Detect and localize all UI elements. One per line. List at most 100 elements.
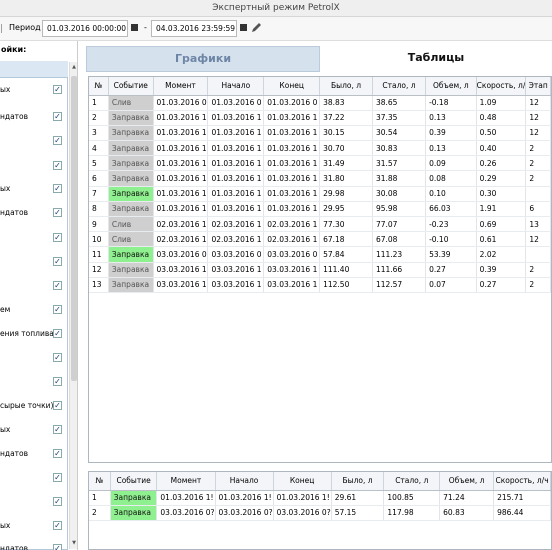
toolbar-separator: | xyxy=(0,24,4,34)
settings-item-checkbox[interactable]: ✓ xyxy=(53,136,62,145)
column-header[interactable]: Начало xyxy=(207,77,265,96)
column-header[interactable]: Стало, л xyxy=(383,472,441,491)
column-header[interactable]: Скорость, л/ч xyxy=(493,472,551,491)
settings-item-checkbox[interactable]: ✓ xyxy=(53,208,62,217)
column-header[interactable]: Конец xyxy=(273,472,332,491)
settings-item[interactable]: ндатов ✓ xyxy=(0,207,68,219)
table-row[interactable]: 1 Слив 01.03.2016 0 01.03.2016 0 01.03.2016 … xyxy=(89,95,551,111)
table-row[interactable]: 5 Заправка 01.03.2016 1 01.03.2016 1 01.03.2… xyxy=(89,155,551,172)
table-cell: 2 xyxy=(89,110,109,126)
table-row[interactable]: 2 Заправка 01.03.2016 1 01.03.2016 1 01.03.2… xyxy=(89,110,551,126)
column-header[interactable]: № xyxy=(89,77,109,96)
settings-item-checkbox[interactable]: ✓ xyxy=(53,281,62,290)
settings-item-checkbox[interactable]: ✓ xyxy=(53,449,62,458)
settings-item[interactable]: ения топлива ✓ xyxy=(0,328,68,340)
scroll-down-icon[interactable]: ▼ xyxy=(71,540,77,548)
table-cell: 1 xyxy=(89,95,109,111)
column-header[interactable]: № xyxy=(89,472,111,491)
period-start-calendar-button[interactable] xyxy=(131,24,138,31)
settings-item[interactable]: ✓ xyxy=(0,352,68,364)
table-cell: 01.03.2016 1 xyxy=(153,201,209,218)
settings-item[interactable]: ых ✓ xyxy=(0,520,68,532)
settings-item-checkbox[interactable]: ✓ xyxy=(53,233,62,242)
table-cell: 01.03.2016 1 xyxy=(207,140,265,157)
tab-graphs[interactable]: Графики xyxy=(86,46,320,72)
scrollbar-thumb[interactable] xyxy=(71,76,77,381)
settings-item-checkbox[interactable]: ✓ xyxy=(53,521,62,530)
settings-panel: ойки: ых ✓ ндатов ✓ ✓ ✓ ых ✓ ндатов ✓ ✓ ✓ ✓ ем ✓ ения т… xyxy=(0,41,78,550)
table-row[interactable]: 1 Заправка 01.03.2016 1! 01.03.2016 1! 01.03… xyxy=(89,490,551,506)
settings-item-checkbox[interactable]: ✓ xyxy=(53,544,62,550)
period-start-input[interactable]: 01.03.2016 00:00:00 xyxy=(42,20,128,37)
settings-item[interactable]: ✓ xyxy=(0,496,68,508)
settings-item[interactable]: ем ✓ xyxy=(0,304,68,316)
column-header[interactable]: Событие xyxy=(108,77,154,96)
column-header[interactable]: Было, л xyxy=(331,472,385,491)
settings-item[interactable]: ндатов ✓ xyxy=(0,448,68,460)
edit-pencil-icon[interactable] xyxy=(250,22,264,34)
column-header[interactable]: Момент xyxy=(153,77,209,96)
settings-item-checkbox[interactable]: ✓ xyxy=(53,473,62,482)
column-header[interactable]: Скорость, л/ xyxy=(476,77,527,96)
settings-item[interactable]: ✓ xyxy=(0,280,68,292)
settings-item[interactable]: ✓ xyxy=(0,232,68,244)
settings-scrollbar[interactable]: ▲ ▼ xyxy=(69,62,77,549)
settings-item[interactable]: ых ✓ xyxy=(0,424,68,436)
settings-item[interactable]: ых ✓ xyxy=(0,84,68,96)
period-end-input[interactable]: 04.03.2016 23:59:59 xyxy=(151,20,237,37)
table-cell: 01.03.2016 1 xyxy=(263,201,321,218)
settings-item-checkbox[interactable]: ✓ xyxy=(53,497,62,506)
settings-item[interactable]: ✓ xyxy=(0,135,68,147)
table-row[interactable]: 8 Заправка 01.03.2016 1 01.03.2016 1 01.03.2… xyxy=(89,201,551,218)
column-header[interactable]: Этап xyxy=(525,77,551,96)
table-row[interactable]: 13 Заправка 03.03.2016 1 03.03.2016 1 03.03.… xyxy=(89,277,551,293)
column-header[interactable]: Было, л xyxy=(319,77,373,96)
table-row[interactable]: 3 Заправка 01.03.2016 1 01.03.2016 1 01.03.2… xyxy=(89,125,551,142)
table-row[interactable]: 10 Слив 02.03.2016 1 02.03.2016 1 02.03.2016… xyxy=(89,231,551,248)
table-row[interactable]: 12 Заправка 03.03.2016 1 03.03.2016 1 03.03.… xyxy=(89,262,551,278)
column-header[interactable]: Начало xyxy=(215,472,274,491)
settings-item[interactable]: ✓ xyxy=(0,376,68,388)
settings-item-checkbox[interactable]: ✓ xyxy=(53,377,62,386)
settings-item-checkbox[interactable]: ✓ xyxy=(53,425,62,434)
table-cell: 0.69 xyxy=(476,216,527,233)
table-row[interactable]: 7 Заправка 01.03.2016 1 01.03.2016 1 01.03.2… xyxy=(89,186,551,202)
settings-item-checkbox[interactable]: ✓ xyxy=(53,85,62,94)
column-header[interactable]: Объем, л xyxy=(439,472,495,491)
settings-item-checkbox[interactable]: ✓ xyxy=(53,161,62,170)
settings-item[interactable]: ндатов ✓ xyxy=(0,543,68,550)
table-row[interactable]: 9 Слив 02.03.2016 1 02.03.2016 1 02.03.2016 … xyxy=(89,216,551,233)
settings-item-checkbox[interactable]: ✓ xyxy=(53,305,62,314)
tab-tables[interactable]: Таблицы xyxy=(320,46,552,72)
settings-item[interactable]: ✓ xyxy=(0,160,68,172)
period-end-calendar-button[interactable] xyxy=(240,24,247,31)
table-row[interactable]: 11 Заправка 03.03.2016 0 03.03.2016 0 03.03.… xyxy=(89,246,551,263)
scroll-up-icon[interactable]: ▲ xyxy=(71,64,77,72)
table-cell: 112.57 xyxy=(372,277,427,293)
column-header[interactable]: Момент xyxy=(156,472,216,491)
table-cell: 31.88 xyxy=(372,170,427,187)
settings-item[interactable]: сырые точки) ✓ xyxy=(0,400,68,412)
column-header[interactable]: Стало, л xyxy=(372,77,427,96)
settings-item-checkbox[interactable]: ✓ xyxy=(53,112,62,121)
table-cell: 2 xyxy=(525,277,551,293)
table-cell: 0.09 xyxy=(425,155,477,172)
column-header[interactable]: Событие xyxy=(110,472,158,491)
settings-item-checkbox[interactable]: ✓ xyxy=(53,257,62,266)
table-row[interactable]: 6 Заправка 01.03.2016 1 01.03.2016 1 01.03.2… xyxy=(89,170,551,187)
settings-item-checkbox[interactable]: ✓ xyxy=(53,353,62,362)
table-row[interactable]: 4 Заправка 01.03.2016 1 01.03.2016 1 01.03.2… xyxy=(89,140,551,157)
event-cell: Слив xyxy=(108,216,154,233)
table-row[interactable]: 2 Заправка 03.03.2016 0? 03.03.2016 0? 03.03… xyxy=(89,505,551,521)
settings-item[interactable]: ✓ xyxy=(0,472,68,484)
settings-item[interactable]: ✓ xyxy=(0,256,68,268)
column-header[interactable]: Конец xyxy=(263,77,321,96)
table-cell: 29.95 xyxy=(319,201,373,218)
settings-item[interactable]: ндатов ✓ xyxy=(0,111,68,123)
settings-item-checkbox[interactable]: ✓ xyxy=(53,401,62,410)
settings-item[interactable]: ых ✓ xyxy=(0,183,68,195)
settings-item-checkbox[interactable]: ✓ xyxy=(53,184,62,193)
column-header[interactable]: Объем, л xyxy=(425,77,477,96)
table-cell: 0.26 xyxy=(476,155,527,172)
settings-item-checkbox[interactable]: ✓ xyxy=(53,329,62,338)
